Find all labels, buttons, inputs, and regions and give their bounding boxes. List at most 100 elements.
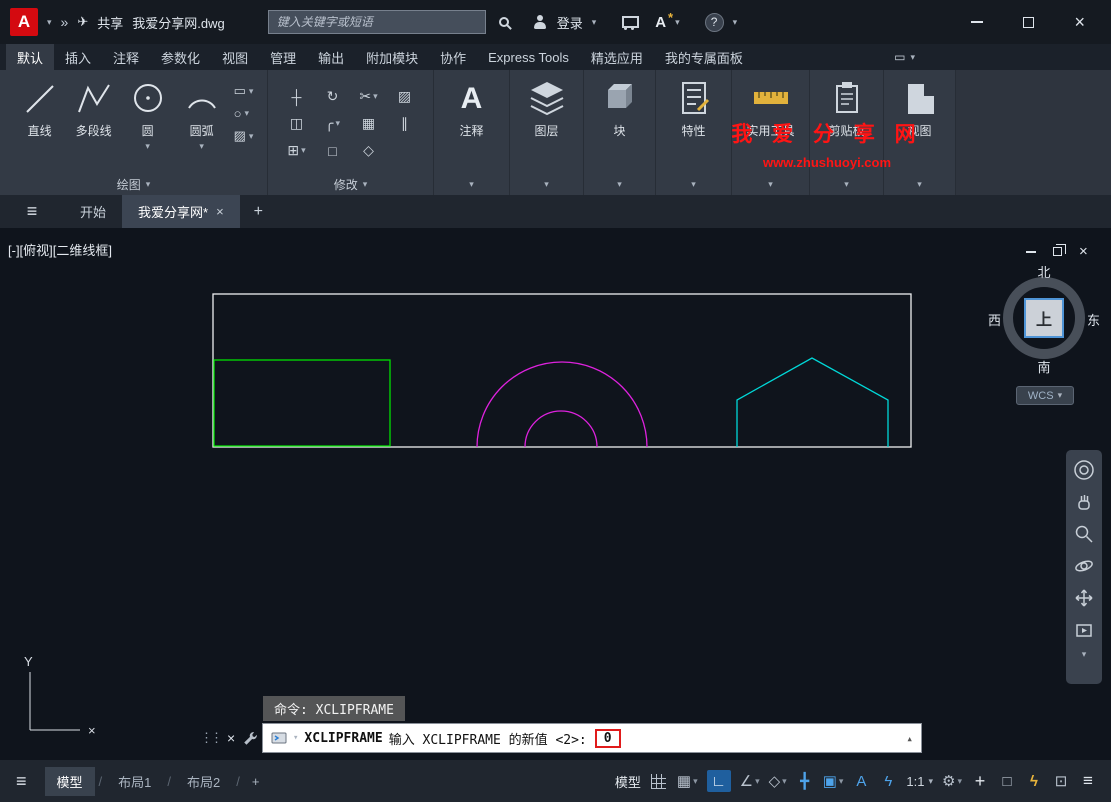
mirror-button[interactable]: ◫ bbox=[279, 110, 315, 137]
stretch-button[interactable]: ◇ bbox=[351, 137, 387, 164]
model-viewport[interactable]: [-][俯视][二维线框] × 北 西 上 东 南 WCS ▾ bbox=[0, 228, 1111, 760]
trim-button[interactable]: ✂▾ bbox=[351, 83, 387, 110]
viewcube-south[interactable]: 南 bbox=[1037, 357, 1050, 376]
view-cube[interactable]: 北 西 上 东 南 bbox=[990, 264, 1098, 374]
layers-panel-expand[interactable]: ▾ bbox=[510, 174, 583, 195]
customization-icon[interactable]: ≡ bbox=[1079, 770, 1097, 792]
new-layout-button[interactable]: + bbox=[244, 774, 268, 789]
isodraft-icon[interactable]: ◇▾ bbox=[769, 770, 787, 792]
block-button[interactable]: 块 bbox=[594, 75, 646, 139]
help-icon[interactable]: ? bbox=[705, 13, 724, 32]
isolate-objects-icon[interactable]: □ bbox=[998, 770, 1016, 792]
sign-in-caret-icon[interactable]: ▾ bbox=[592, 17, 597, 28]
ellipse-button[interactable]: ○▾ bbox=[234, 106, 254, 121]
outer-magenta-arc[interactable] bbox=[477, 362, 647, 447]
new-drawing-tab-button[interactable]: + bbox=[240, 195, 277, 228]
drawing-tab-active[interactable]: 我爱分享网* × bbox=[122, 195, 240, 228]
block-panel-expand[interactable]: ▾ bbox=[584, 174, 655, 195]
autoscale-icon[interactable]: ϟ bbox=[879, 770, 897, 792]
explode-button[interactable]: ▦ bbox=[351, 110, 387, 137]
search-input[interactable] bbox=[268, 10, 486, 34]
annotation-monitor-plus-icon[interactable]: + bbox=[971, 770, 989, 792]
annotation-panel-expand[interactable]: ▾ bbox=[434, 174, 509, 195]
ribbon-tab-output[interactable]: 输出 bbox=[307, 44, 355, 70]
caret-down-icon[interactable]: ▾ bbox=[928, 776, 933, 787]
rectangle-button[interactable]: ▭▾ bbox=[234, 83, 254, 99]
viewcube-west[interactable]: 西 bbox=[988, 310, 1001, 329]
workspace-gear-icon[interactable]: ⚙▾ bbox=[942, 770, 962, 792]
line-button[interactable]: 直线 bbox=[14, 75, 66, 139]
sign-in-button[interactable]: 登录 bbox=[557, 13, 583, 32]
command-history-expand-icon[interactable]: ▴ bbox=[906, 732, 913, 745]
close-button[interactable]: × bbox=[1074, 13, 1085, 31]
polyline-button[interactable]: 多段线 bbox=[68, 75, 120, 139]
annotation-scale-button[interactable]: 1:1▾ bbox=[906, 774, 933, 789]
file-tabs-menu-icon[interactable]: ≡ bbox=[0, 195, 64, 228]
utilities-button[interactable]: 实用工具 bbox=[745, 75, 797, 139]
viewcube-east[interactable]: 东 bbox=[1087, 310, 1100, 329]
osnap-tracking-icon[interactable]: ╋ bbox=[796, 770, 814, 792]
ribbon-tab-addins[interactable]: 附加模块 bbox=[355, 44, 429, 70]
share-icon[interactable]: ✈ bbox=[77, 14, 88, 30]
erase-button[interactable]: ▨ bbox=[387, 83, 423, 110]
view-panel-expand[interactable]: ▾ bbox=[884, 174, 955, 195]
store-cart-icon[interactable] bbox=[621, 15, 638, 30]
viewcube-top-face[interactable]: 上 bbox=[1024, 298, 1064, 338]
modify-panel-title[interactable]: 修改 ▾ bbox=[268, 174, 433, 195]
layout1-tab[interactable]: 布局1 bbox=[106, 767, 163, 796]
viewport-close-icon[interactable]: × bbox=[1079, 244, 1088, 259]
start-tab[interactable]: 开始 bbox=[64, 195, 122, 228]
fillet-button[interactable]: ╭▾ bbox=[315, 110, 351, 137]
clipboard-button[interactable]: 剪贴板 bbox=[821, 75, 873, 139]
annotation-visibility-icon[interactable]: A bbox=[852, 770, 870, 792]
ribbon-tab-featured-apps[interactable]: 精选应用 bbox=[580, 44, 654, 70]
ribbon-tab-home[interactable]: 默认 bbox=[6, 44, 54, 70]
arc-flyout-caret-icon[interactable]: ▾ bbox=[199, 141, 204, 152]
object-snap-icon[interactable]: ▣▾ bbox=[823, 770, 844, 792]
graphics-performance-icon[interactable]: ϟ bbox=[1025, 770, 1043, 792]
autodesk-app-icon[interactable]: A bbox=[655, 14, 666, 31]
model-space-button[interactable]: 模型 bbox=[615, 772, 641, 791]
green-rectangle[interactable] bbox=[214, 360, 390, 446]
scale-button[interactable]: □ bbox=[315, 137, 351, 164]
arc-button[interactable]: 圆弧 ▾ bbox=[176, 75, 228, 152]
offset-button[interactable]: ∥ bbox=[387, 110, 423, 137]
properties-button[interactable]: 特性 bbox=[668, 75, 720, 139]
ribbon-tab-insert[interactable]: 插入 bbox=[54, 44, 102, 70]
pan-arrows-icon[interactable] bbox=[1071, 585, 1097, 611]
recent-commands-icon[interactable] bbox=[271, 730, 287, 746]
properties-panel-expand[interactable]: ▾ bbox=[656, 174, 731, 195]
inner-magenta-arc[interactable] bbox=[525, 411, 597, 447]
caret-down-icon[interactable]: ▾ bbox=[782, 776, 787, 787]
view-button[interactable]: 视图 bbox=[894, 75, 946, 139]
maximize-button[interactable] bbox=[1023, 17, 1034, 28]
caret-down-icon[interactable]: ▾ bbox=[755, 776, 760, 787]
share-button[interactable]: 共享 bbox=[97, 13, 123, 32]
utilities-panel-expand[interactable]: ▾ bbox=[732, 174, 809, 195]
circle-button[interactable]: 圆 ▾ bbox=[122, 75, 174, 152]
draw-panel-title[interactable]: 绘图 ▾ bbox=[0, 174, 267, 195]
ribbon-tab-custom-panel[interactable]: 我的专属面板 bbox=[654, 44, 754, 70]
layers-button[interactable]: 图层 bbox=[521, 75, 573, 139]
caret-down-icon[interactable]: ▾ bbox=[693, 776, 698, 787]
circle-flyout-caret-icon[interactable]: ▾ bbox=[145, 141, 150, 152]
app-store-caret-icon[interactable]: ▾ bbox=[675, 17, 680, 28]
command-value[interactable]: 0 bbox=[595, 729, 621, 748]
zoom-icon[interactable] bbox=[1071, 521, 1097, 547]
drawing-canvas[interactable] bbox=[0, 228, 1111, 760]
orbit-icon[interactable] bbox=[1071, 553, 1097, 579]
hatch-button[interactable]: ▨▾ bbox=[234, 128, 254, 144]
wrench-icon[interactable] bbox=[242, 730, 259, 747]
ribbon-tab-annotate[interactable]: 注释 bbox=[102, 44, 150, 70]
navbar-caret-icon[interactable]: ▾ bbox=[1082, 649, 1087, 660]
viewport-restore-icon[interactable] bbox=[1053, 247, 1062, 256]
statusbar-menu-icon[interactable]: ≡ bbox=[10, 771, 41, 792]
model-tab[interactable]: 模型 bbox=[45, 767, 95, 796]
viewport-minimize-icon[interactable] bbox=[1026, 251, 1036, 253]
full-navigation-wheel-icon[interactable] bbox=[1071, 457, 1097, 483]
caret-down-icon[interactable]: ▾ bbox=[957, 776, 962, 787]
drag-grip-icon[interactable]: ⋮⋮ bbox=[200, 730, 220, 746]
caret-down-icon[interactable]: ▾ bbox=[839, 776, 844, 787]
polar-tracking-icon[interactable]: ∠▾ bbox=[740, 770, 760, 792]
ortho-mode-icon[interactable]: ∟ bbox=[707, 770, 731, 792]
